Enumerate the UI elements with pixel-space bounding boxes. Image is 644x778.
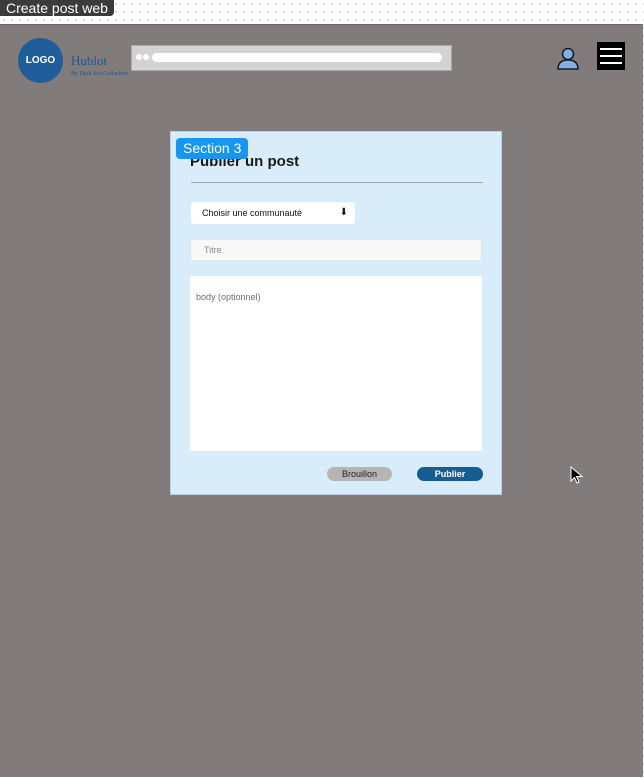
- user-icon[interactable]: [556, 45, 580, 71]
- search-dots-icon: [136, 54, 149, 60]
- title-placeholder: Titre: [204, 245, 222, 255]
- body-textarea[interactable]: body (optionnel): [190, 276, 482, 451]
- brand-tagline: By Dark Sea Collective: [71, 71, 128, 77]
- search-input[interactable]: [152, 53, 442, 62]
- mouse-cursor-icon: [570, 466, 584, 484]
- arrow-down-icon: ⬇: [339, 207, 348, 218]
- body-placeholder: body (optionnel): [196, 292, 261, 302]
- divider: [191, 182, 483, 183]
- search-bar[interactable]: [131, 45, 452, 71]
- publish-button[interactable]: Publier: [417, 467, 483, 481]
- brand-name: Hublot: [71, 53, 108, 68]
- community-select[interactable]: Choisir une communauté ⬇: [191, 202, 355, 224]
- title-input[interactable]: Titre: [190, 239, 482, 261]
- draft-button[interactable]: Brouillon: [327, 467, 392, 481]
- logo[interactable]: LOGO: [18, 38, 63, 83]
- community-select-label: Choisir une communauté: [202, 208, 303, 218]
- frame-label: Create post web: [0, 0, 114, 16]
- section-badge: Section 3: [176, 138, 249, 159]
- hamburger-menu-icon[interactable]: [597, 42, 625, 70]
- logo-text: LOGO: [25, 55, 56, 66]
